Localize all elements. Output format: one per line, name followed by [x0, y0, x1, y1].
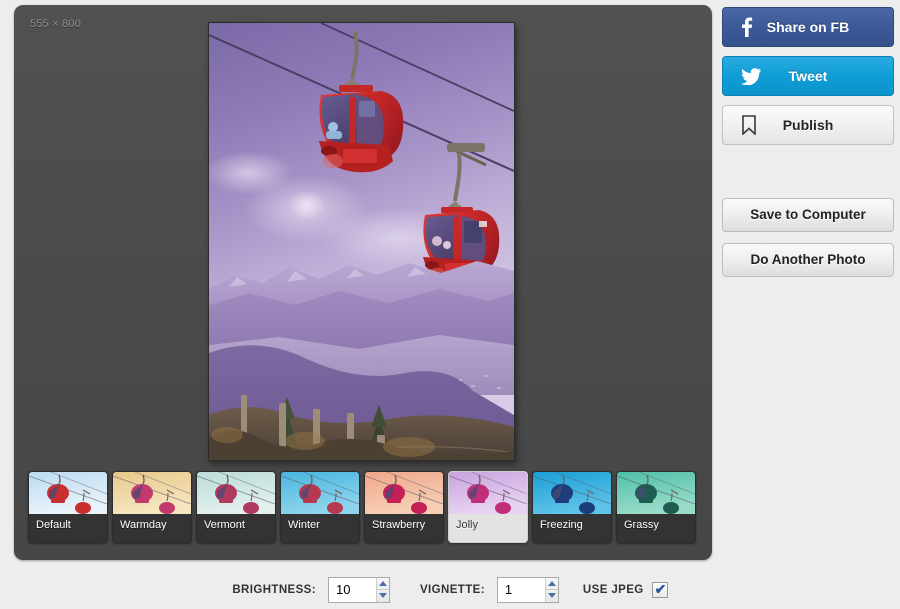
share-on-fb-button[interactable]: Share on FB	[722, 7, 894, 47]
brightness-increment-button[interactable]	[376, 578, 389, 590]
tweet-button[interactable]: Tweet	[722, 56, 894, 96]
use-jpeg-group: USE JPEG ✔	[582, 580, 668, 598]
vignette-stepper[interactable]	[496, 576, 559, 603]
save-to-computer-button[interactable]: Save to Computer	[722, 198, 894, 232]
photo-image	[209, 23, 514, 460]
publish-label: Publish	[782, 117, 834, 133]
filter-preview-image	[29, 472, 107, 514]
filter-thumb-winter[interactable]: Winter	[280, 471, 360, 543]
filter-thumb-grassy[interactable]: Grassy	[616, 471, 696, 543]
tweet-label: Tweet	[788, 68, 828, 84]
filter-preview-image	[449, 472, 527, 514]
filter-thumb-default[interactable]: Default	[28, 471, 108, 543]
use-jpeg-label: USE JPEG	[582, 583, 644, 596]
chevron-down-icon	[378, 593, 387, 599]
editor-panel: 555 × 800 Default Warmday Vermont Winter…	[14, 5, 712, 560]
brightness-decrement-button[interactable]	[377, 590, 389, 602]
filter-thumbnails-strip: Default Warmday Vermont Winter Strawberry Jol…	[28, 471, 698, 543]
brightness-input[interactable]	[328, 577, 376, 602]
vignette-decrement-button[interactable]	[546, 590, 558, 602]
use-jpeg-checkbox[interactable]: ✔	[651, 580, 668, 598]
filter-label: Grassy	[624, 519, 659, 531]
vignette-input[interactable]	[497, 577, 545, 602]
filter-thumb-warmday[interactable]: Warmday	[112, 471, 192, 543]
bookmark-icon	[741, 115, 757, 135]
filter-preview-image	[365, 472, 443, 514]
brightness-label: BRIGHTNESS:	[232, 583, 316, 596]
do-another-photo-button[interactable]: Do Another Photo	[722, 243, 894, 277]
filter-label: Freezing	[540, 519, 583, 531]
filter-preview-image	[197, 472, 275, 514]
bottom-control-bar: BRIGHTNESS: VIGNETTE: USE JPEG ✔	[0, 570, 900, 609]
chevron-up-icon	[378, 580, 387, 586]
filter-thumb-vermont[interactable]: Vermont	[196, 471, 276, 543]
filter-label: Strawberry	[372, 519, 426, 531]
image-dimensions-label: 555 × 800	[30, 18, 82, 30]
actions-column: Share on FB Tweet Publish Save to Comput…	[722, 7, 894, 277]
filter-label: Default	[36, 519, 71, 531]
vignette-spinner-arrows	[544, 577, 558, 602]
publish-button[interactable]: Publish	[722, 105, 894, 145]
vignette-increment-button[interactable]	[545, 578, 558, 590]
filter-label: Winter	[288, 519, 320, 531]
checkmark-icon: ✔	[654, 580, 667, 597]
filter-label: Vermont	[204, 519, 245, 531]
filter-preview-image	[533, 472, 611, 514]
filter-preview-image	[617, 472, 695, 514]
brightness-spinner-arrows	[375, 577, 389, 602]
chevron-up-icon	[547, 580, 556, 586]
filter-preview-image	[113, 472, 191, 514]
twitter-bird-icon	[741, 67, 761, 85]
filter-label: Jolly	[456, 519, 479, 531]
filter-label: Warmday	[120, 519, 167, 531]
filter-thumb-jolly[interactable]: Jolly	[448, 471, 528, 543]
photo-preview[interactable]	[208, 22, 515, 461]
facebook-f-icon	[741, 17, 753, 37]
filter-thumb-freezing[interactable]: Freezing	[532, 471, 612, 543]
share-on-fb-label: Share on FB	[766, 19, 850, 35]
vignette-label: VIGNETTE:	[419, 583, 485, 596]
filter-thumb-strawberry[interactable]: Strawberry	[364, 471, 444, 543]
brightness-stepper[interactable]	[327, 576, 390, 603]
filter-preview-image	[281, 472, 359, 514]
chevron-down-icon	[547, 593, 556, 599]
